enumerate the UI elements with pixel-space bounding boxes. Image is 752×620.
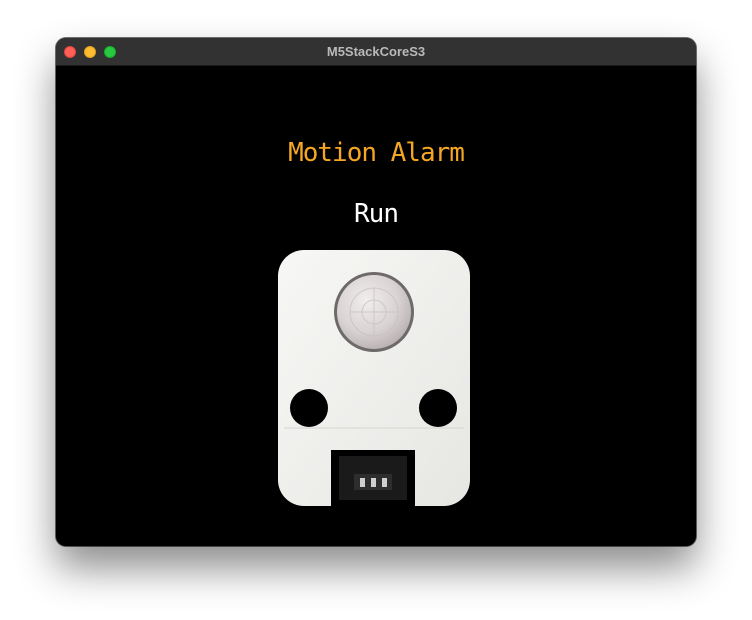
pir-sensor-icon bbox=[278, 250, 470, 506]
mounting-hole-left bbox=[290, 389, 328, 427]
screen-heading: Motion Alarm bbox=[288, 138, 465, 168]
title-bar[interactable]: M5StackCoreS3 bbox=[56, 38, 696, 66]
device-screen: Motion Alarm Run bbox=[56, 66, 696, 546]
window-title: M5StackCoreS3 bbox=[326, 44, 426, 59]
app-window: M5StackCoreS3 Motion Alarm Run bbox=[56, 38, 696, 546]
status-label: Run bbox=[354, 199, 399, 229]
mounting-hole-right bbox=[419, 389, 457, 427]
